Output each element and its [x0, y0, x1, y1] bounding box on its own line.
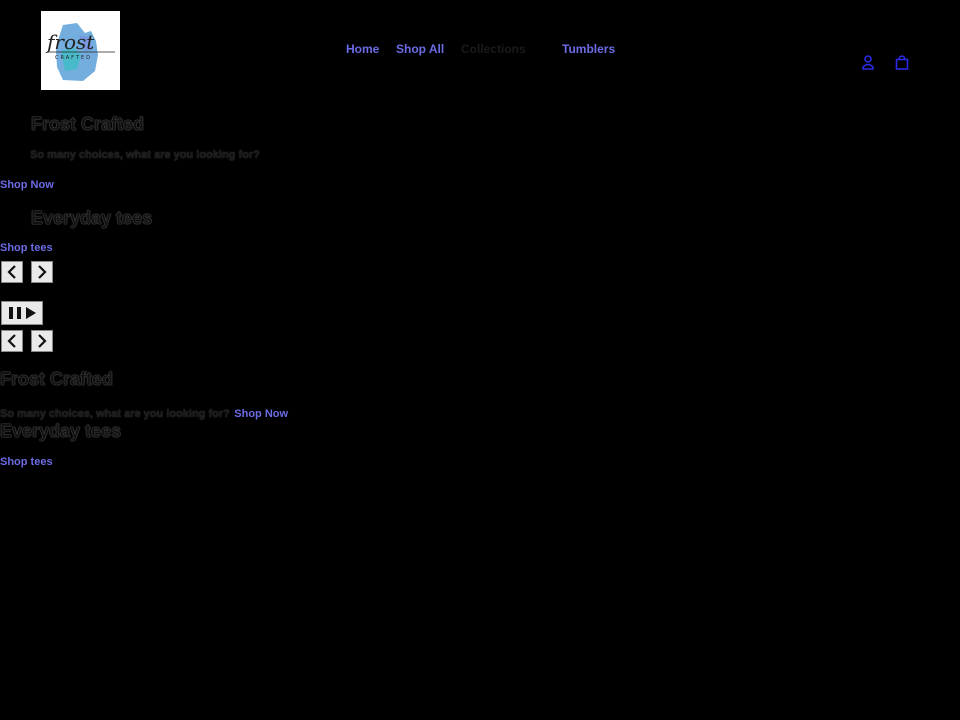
chevron-right-icon: [38, 334, 47, 348]
chevron-right-icon: [38, 265, 47, 279]
slide-subheading: So many choices, what are you looking fo…: [30, 149, 260, 161]
shop-tees-link[interactable]: Shop tees: [0, 242, 53, 254]
slide-next-button[interactable]: [31, 330, 53, 352]
svg-text:CRAFTED: CRAFTED: [55, 55, 92, 61]
shop-now-link[interactable]: Shop Now: [234, 408, 288, 420]
nav-collections-link[interactable]: Collections: [461, 42, 526, 56]
slide-next-button[interactable]: [31, 261, 53, 283]
svg-text:frost: frost: [45, 30, 95, 54]
slide-heading: Everyday tees: [0, 421, 122, 441]
chevron-left-icon: [7, 334, 16, 348]
slide-subheading-row: So many choices, what are you looking fo…: [0, 404, 288, 422]
slide-heading: Frost Crafted: [31, 114, 145, 134]
account-icon[interactable]: [860, 54, 876, 70]
slide-heading: Everyday tees: [31, 208, 153, 228]
cart-icon[interactable]: [894, 54, 910, 70]
slideshow-pause-play-button[interactable]: [1, 301, 43, 325]
play-icon: [26, 307, 36, 319]
slide-subheading: So many choices, what are you looking fo…: [0, 408, 230, 420]
store-logo[interactable]: frost CRAFTED: [41, 11, 120, 90]
chevron-left-icon: [7, 265, 16, 279]
nav-shop-all-link[interactable]: Shop All: [396, 42, 444, 56]
slide-prev-button[interactable]: [1, 330, 23, 352]
nav-home-link[interactable]: Home: [346, 42, 379, 56]
nav-tumblers-link[interactable]: Tumblers: [562, 42, 615, 56]
pause-icon: [9, 307, 21, 319]
slide-heading: Frost Crafted: [0, 369, 114, 389]
shop-now-link[interactable]: Shop Now: [0, 179, 54, 191]
shop-tees-link[interactable]: Shop tees: [0, 456, 53, 468]
slide-prev-button[interactable]: [1, 261, 23, 283]
